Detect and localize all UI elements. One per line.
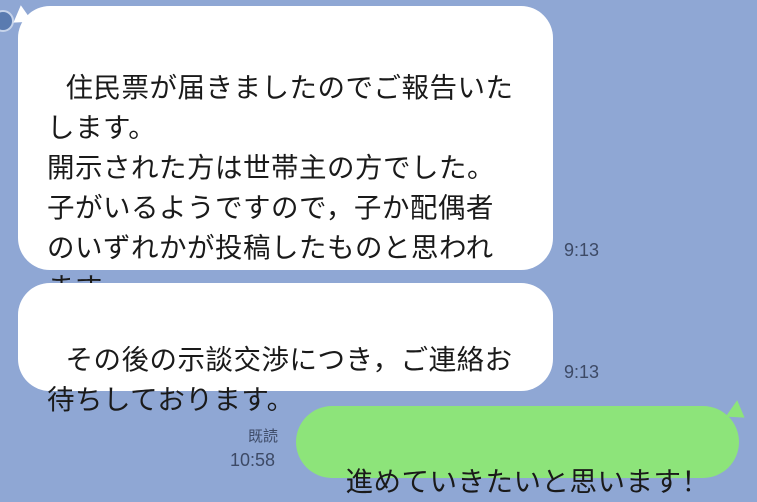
message-timestamp: 9:13 — [564, 240, 600, 260]
message-text: 住民票が届きましたのでご報告いた します。 開示された方は世帯主の方でした。 子… — [47, 72, 514, 304]
incoming-message-bubble[interactable]: その後の示談交渉につき，ご連絡お 待ちしております。 — [18, 283, 553, 416]
read-receipt: 既読 — [248, 428, 279, 445]
message-timestamp: 9:13 — [564, 362, 600, 382]
incoming-message-bubble[interactable]: 住民票が届きましたのでご報告いた します。 開示された方は世帯主の方でした。 子… — [18, 6, 553, 304]
outgoing-message-bubble[interactable]: 進めていきたいと思います！ — [296, 406, 739, 498]
message-text: 進めていきたいと思います！ — [345, 466, 710, 498]
message-timestamp: 10:58 — [230, 450, 276, 470]
